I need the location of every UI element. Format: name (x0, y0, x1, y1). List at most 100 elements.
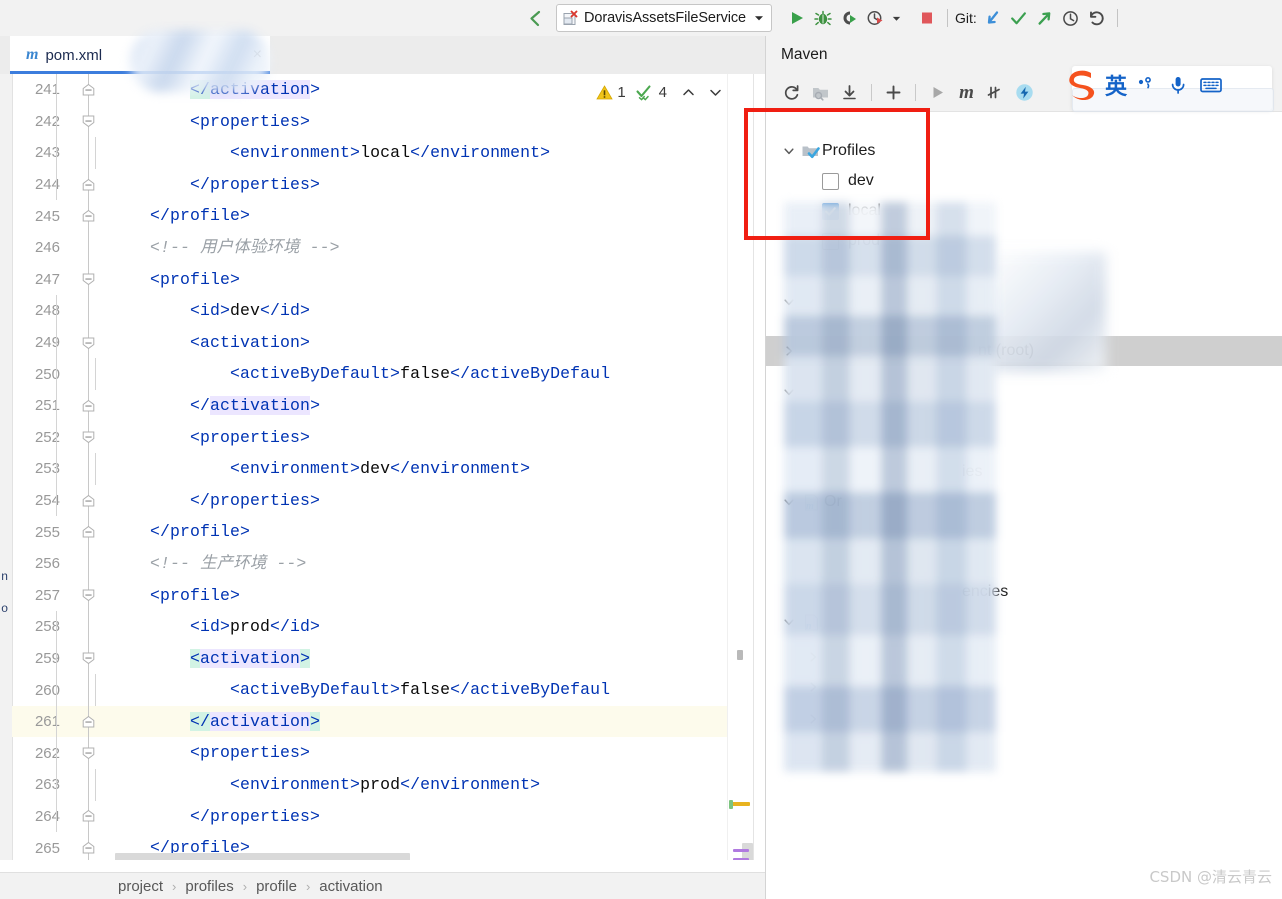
maven-profile-item-dev[interactable]: dev (822, 166, 874, 196)
download-arrow-icon[interactable] (836, 79, 863, 106)
chevron-down-icon[interactable] (780, 496, 798, 508)
fold-gutter[interactable] (72, 422, 106, 454)
code-lines[interactable]: 241 </activation>242 <properties>243 <en… (12, 74, 727, 864)
fold-gutter[interactable] (72, 137, 106, 169)
update-project-arrow-icon[interactable] (980, 5, 1006, 31)
rollback-undo-icon[interactable] (1084, 5, 1110, 31)
code-line[interactable]: 249 <activation> (12, 327, 727, 359)
code-line[interactable]: 246 <!-- 用户体验环境 --> (12, 232, 727, 264)
code-text[interactable]: <profile> (106, 264, 727, 296)
code-line[interactable]: 256 <!-- 生产环境 --> (12, 548, 727, 580)
code-text[interactable]: <id>prod</id> (106, 611, 727, 643)
fold-end-icon[interactable] (82, 494, 95, 507)
fold-gutter[interactable] (72, 264, 106, 296)
chevron-down-icon[interactable] (780, 386, 798, 398)
breadcrumb-item-project[interactable]: project (118, 878, 163, 895)
coverage-icon[interactable] (836, 5, 862, 31)
fold-gutter[interactable] (72, 74, 106, 106)
fold-end-icon[interactable] (82, 178, 95, 191)
fold-gutter[interactable] (72, 516, 106, 548)
code-text[interactable]: <environment>dev</environment> (106, 453, 727, 485)
code-text[interactable]: <activation> (106, 327, 727, 359)
breadcrumb-item-activation[interactable]: activation (319, 878, 382, 895)
fold-gutter[interactable] (72, 643, 106, 675)
maven-tree-node-module-partial[interactable]: m Or (780, 487, 842, 517)
code-text[interactable]: <id>dev</id> (106, 295, 727, 327)
fold-collapse-icon[interactable] (82, 747, 95, 760)
code-text[interactable]: <activeByDefault>false</activeByDefaul (106, 358, 727, 390)
code-line[interactable]: 257 <profile> (12, 580, 727, 612)
fold-collapse-icon[interactable] (82, 336, 95, 349)
fold-collapse-icon[interactable] (82, 273, 95, 286)
fold-gutter[interactable] (72, 674, 106, 706)
fold-gutter[interactable] (72, 106, 106, 138)
plus-icon[interactable] (880, 79, 907, 106)
code-text[interactable]: <properties> (106, 422, 727, 454)
chevron-right-icon[interactable] (804, 713, 822, 725)
code-line[interactable]: 263 <environment>prod</environment> (12, 769, 727, 801)
code-line[interactable]: 255 </profile> (12, 516, 727, 548)
soft-keyboard-icon[interactable] (1196, 68, 1226, 102)
breadcrumb[interactable]: project › profiles › profile › activatio… (0, 872, 765, 899)
fold-gutter[interactable] (72, 737, 106, 769)
code-line[interactable]: 260 <activeByDefault>false</activeByDefa… (12, 674, 727, 706)
code-line[interactable]: 264 </properties> (12, 801, 727, 833)
code-text[interactable]: <properties> (106, 106, 727, 138)
maven-tree-twisty-row-c[interactable] (804, 642, 822, 672)
code-line[interactable]: 250 <activeByDefault>false</activeByDefa… (12, 358, 727, 390)
code-text[interactable]: </activation> (106, 706, 727, 738)
code-line[interactable]: 244 </properties> (12, 169, 727, 201)
code-line[interactable]: 242 <properties> (12, 106, 727, 138)
breadcrumb-item-profiles[interactable]: profiles (185, 878, 233, 895)
code-line[interactable]: 261 </activation> (12, 706, 727, 738)
code-text[interactable]: <!-- 生产环境 --> (106, 548, 727, 580)
code-text[interactable]: </profile> (106, 200, 727, 232)
fold-gutter[interactable] (72, 200, 106, 232)
chevron-down-icon[interactable] (780, 616, 798, 628)
fold-end-icon[interactable] (82, 715, 95, 728)
offline-bolt-icon[interactable] (1011, 79, 1038, 106)
maven-tree-twisty-row-e[interactable] (804, 704, 822, 734)
code-text[interactable]: </profile> (106, 516, 727, 548)
inspection-widget[interactable]: 1 4 (596, 84, 727, 101)
maven-tree-node-root[interactable]: nt (root) (780, 336, 1034, 366)
code-text[interactable]: </properties> (106, 485, 727, 517)
fold-end-icon[interactable] (82, 83, 95, 96)
maven-tree-node-dependencies-partial-2[interactable]: encies (962, 577, 1008, 607)
run-play-icon[interactable] (784, 5, 810, 31)
debug-bug-icon[interactable] (810, 5, 836, 31)
fold-gutter[interactable] (72, 453, 106, 485)
sogou-logo-icon[interactable] (1060, 64, 1102, 106)
maven-profile-item-local[interactable]: local (822, 196, 881, 226)
maven-tree-node-profiles[interactable]: Profiles (780, 136, 875, 166)
history-clock-icon[interactable] (1058, 5, 1084, 31)
fold-gutter[interactable] (72, 232, 106, 264)
chevron-up-icon[interactable] (677, 85, 700, 100)
chevron-down-icon[interactable] (704, 85, 727, 100)
maven-tree-node-module-partial-2[interactable]: n (780, 607, 824, 637)
fold-gutter[interactable] (72, 548, 106, 580)
refresh-icon[interactable] (778, 79, 805, 106)
back-arrow-icon[interactable] (522, 5, 548, 31)
fold-gutter[interactable] (72, 295, 106, 327)
maven-tree-twisty-row-d[interactable] (804, 672, 822, 702)
code-text[interactable]: <environment>prod</environment> (106, 769, 727, 801)
editor-tab-pom-xml[interactable]: m pom.xml × (10, 36, 270, 74)
code-line[interactable]: 258 <id>prod</id> (12, 611, 727, 643)
fold-end-icon[interactable] (82, 399, 95, 412)
editor-marker-gutter[interactable] (727, 74, 754, 872)
profiler-clock-icon[interactable] (862, 5, 888, 31)
maven-tree-node-dependencies-partial-1[interactable]: ies (962, 457, 982, 487)
push-arrow-icon[interactable] (1032, 5, 1058, 31)
code-line[interactable]: 243 <environment>local</environment> (12, 137, 727, 169)
fold-collapse-icon[interactable] (82, 115, 95, 128)
fold-end-icon[interactable] (82, 210, 95, 223)
commit-check-icon[interactable] (1006, 5, 1032, 31)
profile-checkbox-local[interactable] (822, 203, 839, 220)
chevron-down-icon[interactable] (780, 296, 798, 308)
maven-tree-twisty-row-b[interactable] (780, 377, 798, 407)
chevron-right-icon[interactable] (780, 345, 798, 357)
code-line[interactable]: 252 <properties> (12, 422, 727, 454)
sogou-input-method-bar[interactable]: 英 (1060, 62, 1226, 108)
profile-dropdown-chevron-down-icon[interactable] (888, 5, 906, 31)
